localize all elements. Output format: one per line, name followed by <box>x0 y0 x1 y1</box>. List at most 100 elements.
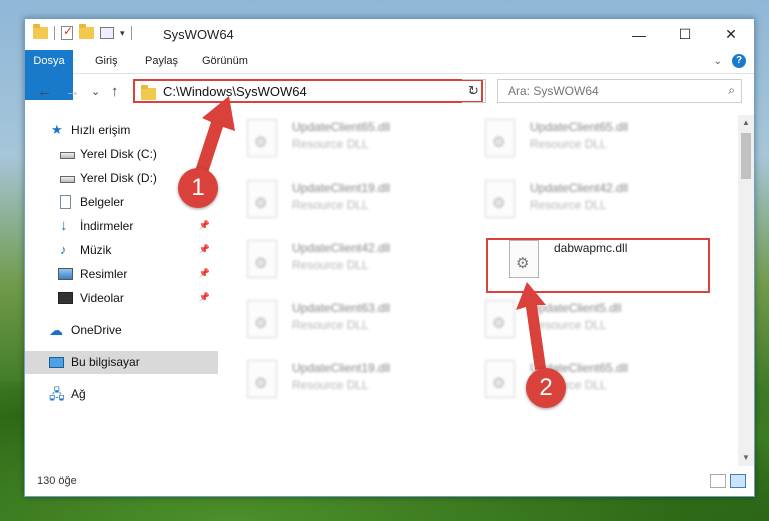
title-bar: ▾ SysWOW64 — ☐ ✕ <box>25 19 754 50</box>
tiles-view-icon[interactable] <box>730 474 746 488</box>
navigation-pane: ★ Hızlı erişim Yerel Disk (C:) Yerel Dis… <box>25 115 218 466</box>
close-button[interactable]: ✕ <box>708 19 754 50</box>
drive-icon <box>60 176 75 183</box>
file-type: Resource DLL <box>530 198 607 212</box>
folder-icon[interactable] <box>33 24 48 39</box>
file-type: Resource DLL <box>292 378 369 392</box>
toolbar-divider <box>54 26 55 40</box>
status-bar: 130 öğe <box>25 468 754 496</box>
file-item[interactable]: UpdateClient65.dll Resource DLL <box>475 117 705 167</box>
pin-icon[interactable]: 📌 <box>199 220 210 231</box>
documents-icon <box>60 195 71 209</box>
drive-icon <box>60 152 75 159</box>
help-icon[interactable]: ? <box>732 54 746 68</box>
navigation-bar: ← → ⌄ ↑ C:\Windows\SysWOW64 ⌄ ↻ ⌕ <box>25 75 754 109</box>
recent-locations-button[interactable]: ⌄ <box>91 85 100 98</box>
item-count: 130 öğe <box>37 475 77 487</box>
sidebar-item-label: OneDrive <box>71 323 122 337</box>
sidebar-item-label: Müzik <box>80 243 112 257</box>
sidebar-item-label: Yerel Disk (D:) <box>80 171 157 185</box>
scrollbar-thumb[interactable] <box>741 133 751 179</box>
sidebar-item-local-disk-c[interactable]: Yerel Disk (C:) <box>25 143 218 166</box>
sidebar-item-music[interactable]: ♪ Müzik 📌 <box>25 239 218 262</box>
dll-file-icon <box>485 180 515 218</box>
file-type: Resource DLL <box>292 258 369 272</box>
tab-view[interactable]: Görünüm <box>192 50 258 73</box>
sidebar-item-label: Ağ <box>71 387 86 401</box>
dll-file-icon <box>247 300 277 338</box>
window-controls: — ☐ ✕ <box>616 19 754 50</box>
file-type: Resource DLL <box>530 318 607 332</box>
pin-icon[interactable]: 📌 <box>199 244 210 255</box>
toolbar-divider <box>130 26 132 40</box>
sidebar-item-quick-access[interactable]: ★ Hızlı erişim <box>25 119 218 142</box>
file-item[interactable]: UpdateClient19.dll Resource DLL <box>237 178 467 228</box>
music-icon: ♪ <box>60 242 67 257</box>
computer-icon <box>49 357 64 368</box>
videos-icon <box>58 292 73 304</box>
file-name: UpdateClient63.dll <box>292 301 391 315</box>
file-type: Resource DLL <box>292 198 369 212</box>
sidebar-item-network[interactable]: 🖧 Ağ <box>25 383 218 406</box>
refresh-button[interactable]: ↻ <box>462 79 486 103</box>
file-name: UpdateClient42.dll <box>530 181 629 195</box>
tab-share[interactable]: Paylaş <box>135 50 188 73</box>
window-title: SysWOW64 <box>163 27 234 42</box>
dll-file-icon <box>485 360 515 398</box>
sidebar-item-pictures[interactable]: Resimler 📌 <box>25 263 218 286</box>
file-item[interactable]: UpdateClient42.dll Resource DLL <box>237 238 467 288</box>
sidebar-item-downloads[interactable]: ↓ İndirmeler 📌 <box>25 215 218 238</box>
sidebar-item-label: Belgeler <box>80 195 125 209</box>
file-type: Resource DLL <box>530 137 607 151</box>
dll-file-icon <box>485 119 515 157</box>
file-item[interactable]: UpdateClient63.dll Resource DLL <box>237 298 467 348</box>
pictures-icon <box>58 268 73 280</box>
scroll-up-icon[interactable]: ▲ <box>738 115 754 131</box>
minimize-button[interactable]: — <box>616 19 662 50</box>
address-bar[interactable]: C:\Windows\SysWOW64 ⌄ <box>133 79 483 103</box>
expand-ribbon-icon[interactable]: ⌄ <box>714 56 722 67</box>
sidebar-item-label: Bu bilgisayar <box>71 355 140 369</box>
address-path[interactable]: C:\Windows\SysWOW64 <box>163 84 307 99</box>
file-item[interactable]: UpdateClient65.dll Resource DLL <box>237 117 467 167</box>
forward-button[interactable]: → <box>65 83 80 100</box>
step-1-badge: 1 <box>178 168 218 208</box>
view-properties-icon[interactable] <box>100 27 114 39</box>
tab-home[interactable]: Giriş <box>85 50 128 73</box>
download-icon: ↓ <box>60 217 68 234</box>
back-button[interactable]: ← <box>37 83 52 100</box>
ribbon-tabs: Dosya Giriş Paylaş Görünüm ⌄ ? <box>25 50 754 100</box>
pin-icon[interactable]: 📌 <box>199 268 210 279</box>
up-button[interactable]: ↑ <box>111 83 119 100</box>
file-item[interactable]: UpdateClient19.dll Resource DLL <box>237 358 467 408</box>
dll-file-icon <box>247 360 277 398</box>
sidebar-item-label: Videolar <box>80 291 124 305</box>
sidebar-item-label: Resimler <box>80 267 128 281</box>
file-item[interactable]: UpdateClient5.dll Resource DLL <box>475 298 705 348</box>
new-folder-icon[interactable] <box>79 24 94 39</box>
file-highlight-box <box>486 238 710 293</box>
sidebar-item-onedrive[interactable]: ☁ OneDrive <box>25 319 218 342</box>
customize-toolbar-icon[interactable]: ▾ <box>120 28 125 39</box>
scroll-down-icon[interactable]: ▼ <box>738 450 754 466</box>
network-icon: 🖧 <box>49 386 65 402</box>
sidebar-item-this-pc[interactable]: Bu bilgisayar <box>25 351 218 374</box>
dll-file-icon <box>247 240 277 278</box>
file-name: UpdateClient19.dll <box>292 361 391 375</box>
search-input[interactable] <box>506 83 710 99</box>
explorer-window: ▾ SysWOW64 — ☐ ✕ Dosya Giriş Paylaş Görü… <box>24 18 755 497</box>
folder-icon <box>141 85 156 100</box>
details-view-icon[interactable] <box>710 474 726 488</box>
file-name: UpdateClient65.dll <box>530 120 629 134</box>
pin-icon[interactable]: 📌 <box>199 292 210 303</box>
sidebar-item-label: Hızlı erişim <box>71 123 131 137</box>
vertical-scrollbar[interactable]: ▲ ▼ <box>738 115 754 466</box>
sidebar-item-videos[interactable]: Videolar 📌 <box>25 287 218 310</box>
file-item[interactable]: UpdateClient65.dll Resource DLL <box>475 358 705 408</box>
file-item[interactable]: UpdateClient42.dll Resource DLL <box>475 178 705 228</box>
star-icon: ★ <box>51 122 63 137</box>
properties-check-icon[interactable] <box>61 24 73 40</box>
search-icon[interactable]: ⌕ <box>728 83 735 98</box>
maximize-button[interactable]: ☐ <box>662 19 708 50</box>
search-box[interactable]: ⌕ <box>497 79 742 103</box>
